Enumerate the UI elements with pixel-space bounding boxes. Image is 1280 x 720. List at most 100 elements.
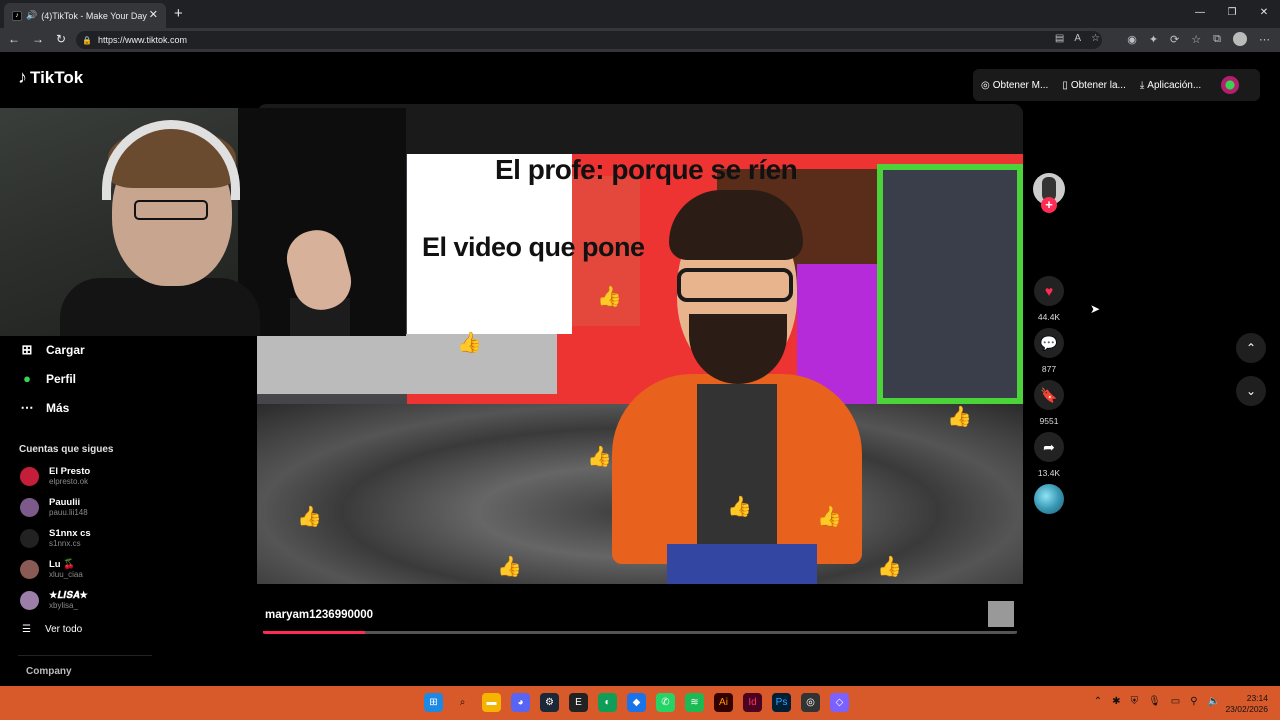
profile-icon: ● bbox=[23, 371, 31, 386]
avatar bbox=[20, 590, 39, 610]
security-icon[interactable]: ⛨ bbox=[1131, 696, 1139, 707]
sidebar-item-label: Perfil bbox=[46, 371, 77, 386]
followed-account[interactable]: Lu 🍒 xluu_ciaa bbox=[20, 559, 83, 579]
comment-icon: 💬 bbox=[1040, 334, 1058, 351]
sidebar-item-perfil[interactable]: ● Perfil bbox=[20, 371, 76, 386]
star-icon[interactable]: ☆ bbox=[1091, 33, 1100, 44]
windows-taskbar: ⊞ ⌕ ▬ ◕ ⚙ E ◐ ◆ ✆ ≋ Ai Id Ps ◎ ◇ ⌃ ✱ ⛨ 🎙… bbox=[0, 686, 1280, 720]
reload-icon[interactable]: ↻ bbox=[56, 32, 66, 46]
download-icon: ⤓ bbox=[1139, 79, 1145, 91]
followed-account[interactable]: ★𝑳𝑰𝑺𝑨★ xbylisa_ bbox=[20, 590, 88, 610]
video-progress-fill bbox=[263, 631, 365, 634]
search-icon[interactable]: ⌕ bbox=[453, 693, 472, 712]
share-count: 13.4K bbox=[1037, 468, 1061, 478]
steam-icon[interactable]: ⚙ bbox=[540, 693, 559, 712]
spotify-icon[interactable]: ≋ bbox=[685, 693, 704, 712]
system-tray: ⌃ ✱ ⛨ 🎙 ▭ ⚲ 🔈 bbox=[1094, 696, 1220, 707]
video-thumbnail[interactable] bbox=[988, 601, 1014, 627]
restore-button[interactable]: ❐ bbox=[1216, 0, 1248, 28]
company-link[interactable]: Company bbox=[26, 666, 72, 677]
collections-icon[interactable]: ⧉ bbox=[1213, 33, 1221, 46]
video-username[interactable]: maryam1236990000 bbox=[265, 609, 373, 621]
indesign-icon[interactable]: Id bbox=[743, 693, 762, 712]
minimize-button[interactable]: — bbox=[1184, 0, 1216, 28]
extension-icon[interactable]: ◉ bbox=[1127, 33, 1137, 46]
follow-plus-icon[interactable]: + bbox=[1041, 197, 1057, 213]
see-all-link[interactable]: ☰ Ver todo bbox=[22, 624, 82, 635]
bluetooth-icon[interactable]: ✱ bbox=[1112, 696, 1120, 707]
share-button[interactable]: ➦ bbox=[1034, 432, 1064, 462]
taskbar-clock[interactable]: 23:14 23/02/2026 bbox=[1225, 693, 1268, 715]
forward-arrow-icon[interactable]: → bbox=[32, 32, 44, 46]
previous-video-button[interactable]: ⌃ bbox=[1236, 333, 1266, 363]
followed-account[interactable]: El Presto elpresto.ok bbox=[20, 466, 90, 486]
music-disc-icon[interactable] bbox=[1034, 484, 1064, 514]
epic-games-icon[interactable]: E bbox=[569, 693, 588, 712]
url-input[interactable]: 🔒 https://www.tiktok.com bbox=[76, 31, 1102, 49]
whatsapp-icon[interactable]: ✆ bbox=[656, 693, 675, 712]
get-app-button[interactable]: ▯ Obtener la... bbox=[1062, 80, 1126, 91]
mouse-cursor-icon: ➤ bbox=[1090, 302, 1101, 316]
save-button[interactable]: 🔖 bbox=[1034, 380, 1064, 410]
network-icon[interactable]: ⚲ bbox=[1190, 696, 1197, 707]
desktop-app-button[interactable]: ⤓ Aplicación... bbox=[1140, 80, 1201, 91]
followed-account[interactable]: Pauulii pauu.lii148 bbox=[20, 497, 88, 517]
app-icon[interactable]: ◆ bbox=[627, 693, 646, 712]
tiktok-logo[interactable]: ♪ TikTok bbox=[18, 67, 83, 88]
account-name: Pauulii bbox=[49, 497, 81, 508]
favorites-icon[interactable]: ☆ bbox=[1191, 33, 1201, 46]
file-explorer-icon[interactable]: ▬ bbox=[482, 693, 501, 712]
close-window-button[interactable]: ✕ bbox=[1248, 0, 1280, 28]
heart-icon: ♥ bbox=[1044, 283, 1054, 299]
sidebar-item-cargar[interactable]: ⊞ Cargar bbox=[20, 342, 85, 358]
toolbar-icons: ◉ ✦ ⟳ ☆ ⧉ ⋯ bbox=[1127, 32, 1270, 46]
app-icon[interactable]: ◇ bbox=[830, 693, 849, 712]
next-video-button[interactable]: ⌄ bbox=[1236, 376, 1266, 406]
address-bar-row: ← → ↻ 🔒 https://www.tiktok.com ▤ A ☆ ◉ ✦… bbox=[0, 28, 1280, 52]
new-tab-button[interactable]: + bbox=[174, 5, 183, 22]
browser-tab-bar: ♪ 🔊 (4)TikTok - Make Your Day ✕ + — ❐ ✕ bbox=[0, 0, 1280, 28]
like-count: 44.4K bbox=[1037, 312, 1061, 322]
microphone-icon[interactable]: 🎙 bbox=[1148, 696, 1161, 707]
list-icon: ☰ bbox=[22, 624, 31, 635]
following-section-title: Cuentas que sigues bbox=[19, 444, 114, 455]
thumbs-up-icon: 👍 bbox=[597, 286, 622, 308]
tab-close-icon[interactable]: ✕ bbox=[149, 8, 158, 21]
account-name: El Presto bbox=[49, 466, 91, 477]
coin-icon: ◎ bbox=[981, 79, 990, 91]
user-avatar[interactable] bbox=[1221, 76, 1240, 94]
sidebar-item-mas[interactable]: ⋯ Más bbox=[20, 400, 70, 416]
omnibox-icons: ▤ A ☆ bbox=[1055, 33, 1100, 44]
back-arrow-icon[interactable]: ← bbox=[8, 32, 20, 46]
get-coins-button[interactable]: ◎ Obtener M... bbox=[981, 80, 1048, 91]
translate-icon[interactable]: A bbox=[1074, 33, 1081, 44]
thumbs-up-icon: 👍 bbox=[727, 496, 752, 518]
profile-avatar-icon[interactable] bbox=[1233, 32, 1247, 46]
reader-icon[interactable]: ▤ bbox=[1055, 33, 1064, 44]
more-menu-icon[interactable]: ⋯ bbox=[1259, 33, 1270, 46]
display-icon[interactable]: ▭ bbox=[1171, 696, 1180, 707]
volume-icon[interactable]: 🔈 bbox=[1208, 696, 1220, 707]
edge-browser-icon[interactable]: ◐ bbox=[598, 693, 617, 712]
chevron-up-icon[interactable]: ⌃ bbox=[1094, 696, 1102, 707]
browser-tab[interactable]: ♪ 🔊 (4)TikTok - Make Your Day ✕ bbox=[4, 3, 166, 28]
account-name: Lu 🍒 bbox=[49, 559, 76, 570]
sync-icon[interactable]: ⟳ bbox=[1170, 33, 1179, 46]
obs-icon[interactable]: ◎ bbox=[801, 693, 820, 712]
photoshop-icon[interactable]: Ps bbox=[772, 693, 791, 712]
url-text: https://www.tiktok.com bbox=[97, 35, 187, 45]
avatar bbox=[20, 528, 39, 548]
avatar bbox=[20, 466, 39, 486]
speaker-icon[interactable]: 🔊 bbox=[26, 10, 37, 21]
puzzle-icon[interactable]: ✦ bbox=[1149, 33, 1158, 46]
header-actions: ◎ Obtener M... ▯ Obtener la... ⤓ Aplicac… bbox=[973, 69, 1260, 101]
discord-icon[interactable]: ◕ bbox=[511, 693, 530, 712]
thumbs-up-icon: 👍 bbox=[297, 506, 322, 528]
video-progress-track[interactable] bbox=[263, 631, 1017, 634]
followed-account[interactable]: S1nnx cs s1nnx.cs bbox=[20, 528, 91, 548]
windows-start-icon[interactable]: ⊞ bbox=[424, 693, 443, 712]
illustrator-icon[interactable]: Ai bbox=[714, 693, 733, 712]
see-all-label: Ver todo bbox=[44, 624, 83, 635]
comment-button[interactable]: 💬 bbox=[1034, 328, 1064, 358]
like-button[interactable]: ♥ bbox=[1034, 276, 1064, 306]
